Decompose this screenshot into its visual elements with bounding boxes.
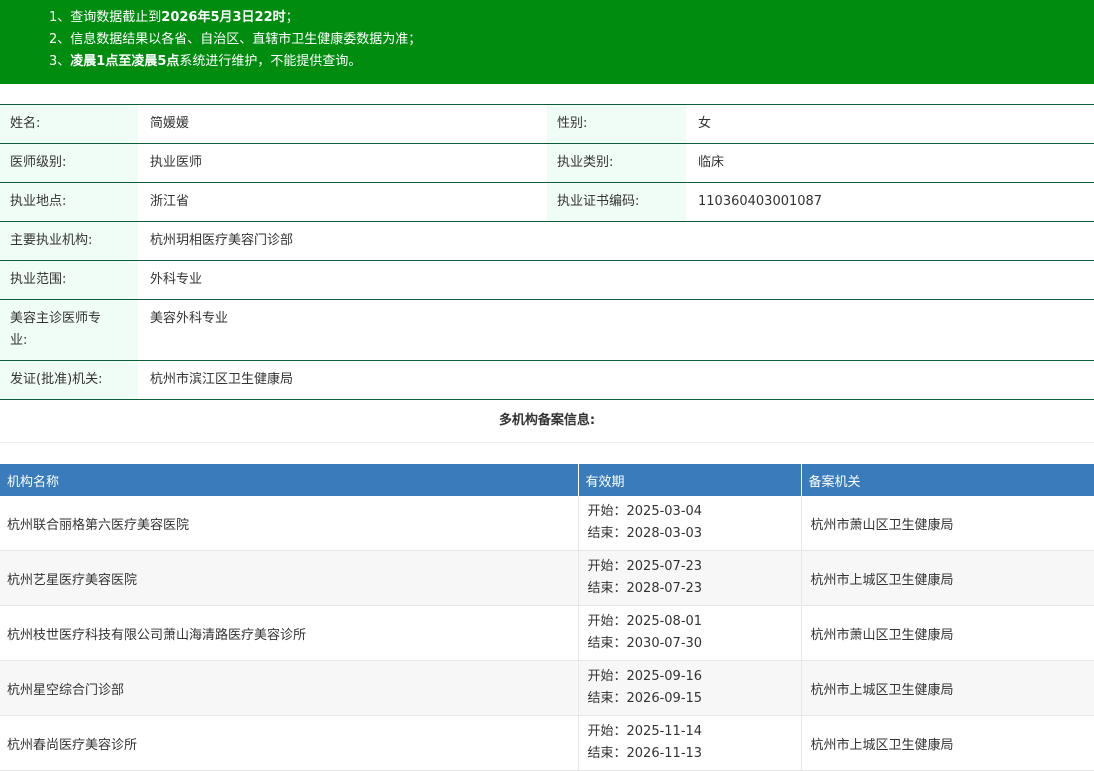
doctor-info: 姓名: 简媛媛 性别: 女 医师级别: 执业医师 执业类别: 临床 执业地点: … <box>0 104 1094 400</box>
validity-end: 结束：2026-11-13 <box>587 746 703 761</box>
column-header-validity: 有效期 <box>578 464 802 496</box>
notice-text: 2、信息数据结果以各省、自治区、直辖市卫生健康委数据为准； <box>49 32 422 47</box>
table-row: 杭州枝世医疗科技有限公司萧山海清路医疗美容诊所 开始：2025-08-01 结束：… <box>0 605 1094 661</box>
filing-authority: 杭州市上城区卫生健康局 <box>801 550 1094 606</box>
notice-text: 系统进行维护，不能提供查询。 <box>179 54 362 69</box>
name-value: 简媛媛 <box>150 116 190 131</box>
scope-value: 外科专业 <box>150 272 203 287</box>
gender-value: 女 <box>698 116 712 131</box>
multi-org-section-title: 多机构备案信息: <box>0 400 1094 443</box>
table-row: 杭州星空综合门诊部 开始：2025-09-16 结束：2026-09-15 杭州市… <box>0 660 1094 716</box>
table-row: 杭州联合丽格第六医疗美容医院 开始：2025-03-04 结束：2028-03-0… <box>0 496 1094 551</box>
category-value: 临床 <box>698 155 725 170</box>
validity-cell: 开始：2025-11-14 结束：2026-11-13 <box>578 715 802 771</box>
level-label: 医师级别: <box>0 144 138 182</box>
org-name: 杭州联合丽格第六医疗美容医院 <box>0 496 579 551</box>
institution-label: 主要执业机构: <box>0 222 138 260</box>
location-value: 浙江省 <box>150 194 190 209</box>
beauty-specialty-label: 美容主诊医师专业: <box>0 300 138 360</box>
validity-start: 开始：2025-09-16 <box>587 669 703 684</box>
org-name: 杭州艺星医疗美容医院 <box>0 550 579 606</box>
notice-text: 1、查询数据截止到 <box>49 10 162 25</box>
notice-line-2: 2、信息数据结果以各省、自治区、直辖市卫生健康委数据为准； <box>49 29 1094 51</box>
info-row: 医师级别: 执业医师 执业类别: 临床 <box>0 144 1094 183</box>
info-row: 执业范围: 外科专业 <box>0 261 1094 300</box>
column-header-authority: 备案机关 <box>801 464 1094 496</box>
validity-start: 开始：2025-03-04 <box>587 504 703 519</box>
notice-banner: 1、查询数据截止到2026年5月3日22时； 2、信息数据结果以各省、自治区、直… <box>0 0 1094 84</box>
column-header-org-name: 机构名称 <box>0 464 579 496</box>
location-label: 执业地点: <box>0 183 138 221</box>
notice-deadline: 2026年5月3日22时 <box>161 10 286 25</box>
org-name: 杭州春尚医疗美容诊所 <box>0 715 579 771</box>
beauty-specialty-value: 美容外科专业 <box>150 311 229 326</box>
validity-end: 结束：2028-07-23 <box>587 581 703 596</box>
info-row: 执业地点: 浙江省 执业证书编码: 110360403001087 <box>0 183 1094 222</box>
info-row: 发证(批准)机关: 杭州市滨江区卫生健康局 <box>0 361 1094 400</box>
validity-cell: 开始：2025-07-23 结束：2028-07-23 <box>578 550 802 606</box>
cert-label: 执业证书编码: <box>547 183 686 221</box>
cert-value: 110360403001087 <box>698 194 823 209</box>
validity-end: 结束：2028-03-03 <box>587 526 703 541</box>
filing-authority: 杭州市上城区卫生健康局 <box>801 660 1094 716</box>
institution-value: 杭州玥相医疗美容门诊部 <box>150 233 294 248</box>
validity-end: 结束：2030-07-30 <box>587 636 703 651</box>
level-value: 执业医师 <box>150 155 203 170</box>
table-header-row: 机构名称 有效期 备案机关 <box>0 464 1094 496</box>
notice-text: ； <box>285 10 299 25</box>
scope-label: 执业范围: <box>0 261 138 299</box>
notice-maintenance-time: 凌晨1点至凌晨5点 <box>70 54 180 69</box>
table-row: 杭州春尚医疗美容诊所 开始：2025-11-14 结束：2026-11-13 杭州… <box>0 715 1094 771</box>
validity-end: 结束：2026-09-15 <box>587 691 703 706</box>
info-row: 美容主诊医师专业: 美容外科专业 <box>0 300 1094 361</box>
org-name: 杭州枝世医疗科技有限公司萧山海清路医疗美容诊所 <box>0 605 579 661</box>
category-label: 执业类别: <box>547 144 686 182</box>
multi-org-table: 机构名称 有效期 备案机关 杭州联合丽格第六医疗美容医院 开始：2025-03-… <box>0 464 1094 771</box>
table-row: 杭州艺星医疗美容医院 开始：2025-07-23 结束：2028-07-23 杭州… <box>0 550 1094 606</box>
name-label: 姓名: <box>0 105 138 143</box>
issuer-value: 杭州市滨江区卫生健康局 <box>150 372 294 387</box>
issuer-label: 发证(批准)机关: <box>0 361 138 399</box>
filing-authority: 杭州市上城区卫生健康局 <box>801 715 1094 771</box>
notice-line-3: 3、凌晨1点至凌晨5点系统进行维护，不能提供查询。 <box>49 51 1094 73</box>
org-name: 杭州星空综合门诊部 <box>0 660 579 716</box>
validity-start: 开始：2025-11-14 <box>587 724 703 739</box>
validity-start: 开始：2025-07-23 <box>587 559 703 574</box>
filing-authority: 杭州市萧山区卫生健康局 <box>801 496 1094 551</box>
info-row: 主要执业机构: 杭州玥相医疗美容门诊部 <box>0 222 1094 261</box>
filing-authority: 杭州市萧山区卫生健康局 <box>801 605 1094 661</box>
gender-label: 性别: <box>547 105 686 143</box>
notice-text: 3、 <box>49 54 71 69</box>
notice-line-1: 1、查询数据截止到2026年5月3日22时； <box>49 7 1094 29</box>
validity-cell: 开始：2025-09-16 结束：2026-09-15 <box>578 660 802 716</box>
validity-cell: 开始：2025-08-01 结束：2030-07-30 <box>578 605 802 661</box>
info-row: 姓名: 简媛媛 性别: 女 <box>0 105 1094 144</box>
validity-start: 开始：2025-08-01 <box>587 614 703 629</box>
validity-cell: 开始：2025-03-04 结束：2028-03-03 <box>578 496 802 551</box>
